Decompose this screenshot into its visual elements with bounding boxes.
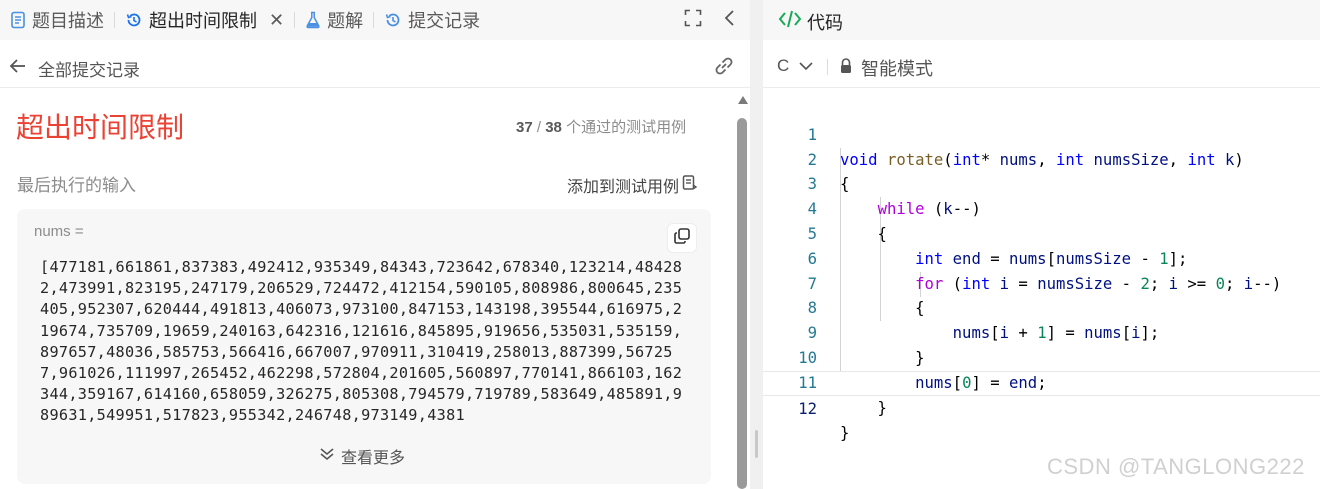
description-icon [10,11,26,29]
result-status: 超出时间限制 [16,112,185,143]
tab-solutions[interactable]: 题解 [295,0,373,40]
language-value: C [777,56,790,75]
passed-suffix: 个通过的测试用例 [566,119,687,136]
code-icon [778,9,802,34]
link-icon[interactable] [712,56,736,81]
line-number: 12 [798,399,817,418]
last-input-box: nums = [477181,661861,837383,492412,9353… [17,209,711,484]
submission-subbar: 全部提交记录 [0,44,750,88]
count-separator: / [536,119,546,136]
splitter-grip[interactable] [755,430,758,458]
panel-tools [684,0,736,40]
code-line: 7 { [763,247,1320,318]
close-icon[interactable]: ✕ [269,10,284,31]
all-submissions-link[interactable]: 全部提交记录 [38,56,140,81]
code-line: 8 nums[i + 1] = nums[i]; [763,272,1320,342]
tab-description-label: 题目描述 [32,11,104,31]
chevron-down-icon [799,56,813,76]
watermark: CSDN @TANGLONG222 [1047,454,1305,479]
input-param-value: [477181,661861,837383,492412,935349,8434… [40,258,683,425]
total-count: 38 [545,119,562,136]
tab-solutions-label: 题解 [327,11,364,31]
tab-description[interactable]: 题目描述 [0,0,114,40]
code-editor[interactable]: 1 void rotate(int* nums, int numsSize, i… [763,98,1320,442]
smart-mode-toggle[interactable]: 智能模式 [839,55,933,81]
add-testcase-label: 添加到测试用例 [567,179,680,196]
panel-splitter[interactable] [750,0,763,489]
submission-panel: 题目描述 超出时间限制 ✕ 题解 提交记录 全部提交记录 超出时间限制 37 /… [0,0,750,489]
copy-button[interactable] [667,223,697,253]
add-testcase-button[interactable]: 添加到测试用例 [567,173,699,197]
tab-submissions-label: 提交记录 [408,11,481,31]
code-header: 代码 [763,0,1320,40]
left-scrollbar[interactable] [737,96,748,489]
code-panel: 代码 C 智能模式 1 void rotate(int* nums, int n… [763,0,1320,489]
code-line: 11 } [763,346,1320,417]
double-chevron-down-icon [319,446,335,467]
scroll-thumb[interactable] [737,118,747,489]
toolbar-divider [827,59,828,75]
code-line: 5 int end = nums[numsSize - 1]; [763,197,1320,268]
input-param-name: nums = [34,223,84,240]
copy-icon [673,227,691,250]
code-line: 9 } [763,296,1320,367]
history-icon [384,11,402,29]
lock-icon [839,57,853,79]
fullscreen-icon[interactable] [684,9,702,32]
history-icon [125,11,143,29]
code-line: 2 { [763,123,1320,194]
tab-submissions[interactable]: 提交记录 [374,0,490,40]
left-tab-bar: 题目描述 超出时间限制 ✕ 题解 提交记录 [0,0,750,40]
code-line-text: } [840,398,887,417]
language-select[interactable]: C [777,56,813,76]
tab-submission-result-label: 超出时间限制 [149,11,257,31]
code-line-text: } [840,424,850,443]
add-testcase-icon [681,174,699,197]
last-input-label: 最后执行的输入 [17,176,136,195]
show-more-label: 查看更多 [341,450,406,467]
scroll-up-arrow-icon[interactable] [738,96,748,104]
code-line: 4 { [763,172,1320,243]
back-arrow-icon[interactable] [8,56,28,81]
tab-submission-result[interactable]: 超出时间限制 ✕ [115,0,294,40]
code-line: 6 for (int i = numsSize - 2; i >= 0; i--… [763,222,1320,293]
code-line: 10 nums[0] = end; [763,321,1320,392]
passed-count: 37 [516,119,533,136]
app-root: 题目描述 超出时间限制 ✕ 题解 提交记录 全部提交记录 超出时间限制 37 /… [0,0,1320,489]
show-more-button[interactable]: 查看更多 [319,444,405,468]
code-line: 3 while (k--) [763,148,1320,218]
editor-toolbar: C 智能模式 [763,44,1320,88]
code-line-current: 12 } [763,370,1320,442]
passed-cases-count: 37 / 38 个通过的测试用例 [516,116,686,137]
collapse-panel-icon[interactable] [724,9,736,32]
code-panel-title: 代码 [807,13,843,33]
code-line: 1 void rotate(int* nums, int numsSize, i… [763,98,1320,169]
flask-icon [305,11,321,29]
smart-mode-label: 智能模式 [861,59,933,79]
